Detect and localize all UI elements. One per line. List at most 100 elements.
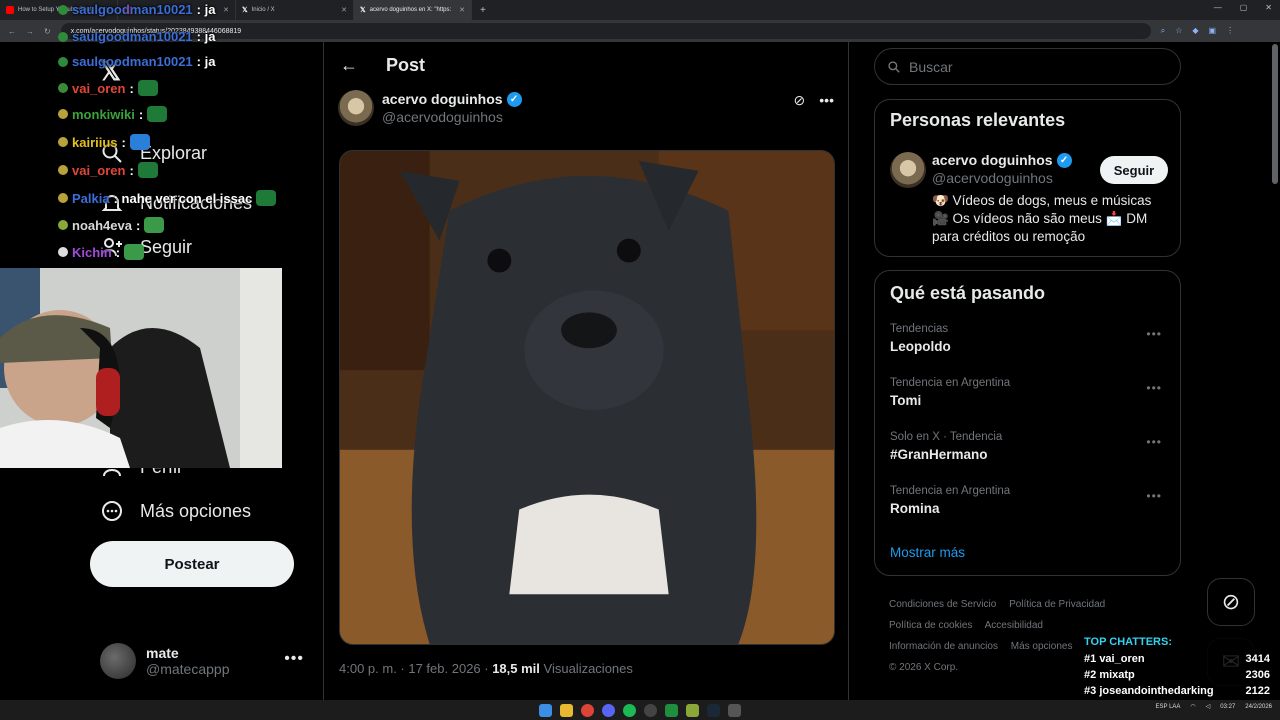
trend-item[interactable]: Solo en X · Tendencia #GranHermano •••: [890, 431, 1170, 462]
windows-start-icon[interactable]: [539, 703, 552, 717]
chatter-rank: #2: [1084, 669, 1097, 681]
follow-button[interactable]: Seguir: [1100, 156, 1168, 184]
chat-line: monkiwiki:: [58, 106, 168, 122]
app-icon[interactable]: [665, 703, 678, 717]
chatter-rank: #1: [1084, 653, 1097, 665]
browser-tab[interactable]: 𝕏 Inicio / X ✕: [236, 0, 354, 20]
back-icon[interactable]: ←: [8, 27, 16, 36]
post-button[interactable]: Postear: [90, 541, 294, 587]
zoom-icon[interactable]: ⌕: [1161, 26, 1165, 36]
frog-badge-icon: [58, 56, 68, 67]
top-chatter-row: #2 mixatp 2306: [1084, 667, 1270, 683]
wifi-icon[interactable]: ◠: [1190, 703, 1195, 710]
volume-icon[interactable]: ◁: [1206, 703, 1211, 710]
author-name[interactable]: acervo doguinhos ✓: [382, 91, 522, 107]
bookmark-star-icon[interactable]: ☆: [1175, 26, 1182, 36]
footer-link[interactable]: Política de Privacidad: [1009, 599, 1105, 610]
chat-user: vai_oren: [72, 80, 126, 96]
post-metadata: 4:00 p. m. · 17 feb. 2026 · 18,5 mil Vis…: [339, 661, 633, 676]
more-icon[interactable]: •••: [284, 650, 304, 668]
footer-link[interactable]: Condiciones de Servicio: [889, 599, 996, 610]
app-icon[interactable]: [728, 703, 741, 717]
trend-item[interactable]: Tendencias Leopoldo •••: [890, 323, 1170, 354]
dog-photo-image: [340, 151, 834, 644]
chat-line: Kichin:: [58, 244, 145, 260]
language-indicator[interactable]: ESP LAA: [1156, 704, 1181, 710]
app-icon[interactable]: [686, 703, 699, 717]
browser-tab-active[interactable]: 𝕏 acervo doguinhos en X: "https: ✕: [354, 0, 472, 20]
emote-icon: [124, 244, 145, 260]
badge-icon: [58, 83, 68, 93]
post-timestamp[interactable]: 4:00 p. m. · 17 feb. 2026 ·: [339, 661, 492, 676]
close-icon[interactable]: ✕: [341, 6, 347, 14]
chatter-count: 2122: [1245, 685, 1270, 697]
top-chatters-overlay: TOP CHATTERS: #1 vai_oren 3414 #2 mixatp…: [1078, 632, 1276, 706]
footer-link[interactable]: Más opciones: [1011, 641, 1073, 652]
verified-badge-icon: ✓: [506, 91, 522, 107]
chat-user: kairiius: [72, 134, 118, 150]
url-input[interactable]: x.com/acervodoguinhos/status/20238493884…: [60, 23, 1151, 39]
footer-link[interactable]: Política de cookies: [889, 620, 972, 631]
grok-float-button[interactable]: ⊘: [1207, 578, 1255, 626]
obs-icon[interactable]: [644, 703, 657, 717]
top-chatter-row: #1 vai_oren 3414: [1084, 651, 1270, 667]
more-icon[interactable]: •••: [1146, 381, 1162, 395]
chat-message: :: [115, 244, 121, 260]
chatter-name: vai_oren: [1099, 653, 1145, 665]
extension-icons: ⌕ ☆ ◆ ▣ ⋮: [1161, 26, 1234, 36]
search-icon: [888, 60, 900, 73]
footer-link[interactable]: Información de anuncios: [889, 641, 998, 652]
back-arrow-icon[interactable]: ←: [340, 55, 358, 76]
more-icon[interactable]: •••: [1146, 489, 1162, 503]
trend-category: Tendencia en Argentina: [890, 485, 1011, 497]
more-icon[interactable]: •••: [1146, 327, 1162, 341]
post-author[interactable]: acervo doguinhos ✓ @acervodoguinhos: [338, 90, 522, 126]
clock-time[interactable]: 03:27: [1220, 704, 1235, 710]
more-icon[interactable]: •••: [1146, 435, 1162, 449]
forward-icon[interactable]: →: [26, 27, 34, 36]
maximize-icon[interactable]: ▢: [1240, 3, 1248, 12]
footer-link[interactable]: Accesibilidad: [985, 620, 1043, 631]
tab-title: Inicio / X: [251, 7, 275, 13]
close-icon[interactable]: ✕: [223, 6, 229, 14]
avatar[interactable]: [890, 152, 926, 188]
show-more-link[interactable]: Mostrar más: [890, 545, 965, 560]
tab-title: acervo doguinhos en X: "https:: [369, 7, 452, 13]
chatter-name: joseandointhedarking: [1099, 685, 1214, 697]
chat-message: :: [138, 106, 144, 122]
x-icon: 𝕏: [242, 7, 248, 14]
badge-icon: [58, 137, 68, 147]
reload-icon[interactable]: ↻: [44, 27, 51, 36]
clock-date[interactable]: 24/2/2026: [1245, 704, 1272, 710]
post-image[interactable]: [339, 150, 835, 645]
puzzle-icon[interactable]: ▣: [1209, 26, 1217, 36]
minimize-icon[interactable]: —: [1214, 3, 1222, 12]
new-tab-icon[interactable]: +: [480, 5, 486, 16]
search-placeholder: Buscar: [909, 58, 953, 75]
discord-icon[interactable]: [602, 703, 615, 717]
chat-message: : ja: [196, 29, 216, 44]
trend-item[interactable]: Tendencia en Argentina Romina •••: [890, 485, 1170, 516]
trend-item[interactable]: Tendencia en Argentina Tomi •••: [890, 377, 1170, 408]
close-window-icon[interactable]: ✕: [1265, 3, 1272, 12]
chat-message: : nahe ver con el issac: [113, 190, 253, 206]
main-column: ← Post acervo doguinhos ✓ @acervodoguinh…: [323, 42, 849, 700]
grok-icon[interactable]: ⊘: [794, 92, 806, 109]
menu-icon[interactable]: ⋮: [1226, 26, 1234, 36]
account-switcher[interactable]: mate @matecappp •••: [100, 638, 310, 684]
extension-icon[interactable]: ◆: [1192, 26, 1198, 36]
steam-icon[interactable]: [707, 703, 720, 717]
trend-name: #GranHermano: [890, 447, 988, 462]
webcam-overlay: [0, 268, 282, 468]
search-input[interactable]: Buscar: [874, 48, 1181, 85]
sidebar-item-label: Explorar: [140, 142, 208, 163]
file-explorer-icon[interactable]: [560, 703, 573, 717]
close-icon[interactable]: ✕: [459, 6, 465, 14]
spotify-icon[interactable]: [623, 703, 636, 717]
chrome-icon[interactable]: [581, 703, 594, 717]
badge-icon: [58, 220, 68, 230]
scrollbar[interactable]: [1272, 44, 1278, 184]
avatar[interactable]: [338, 90, 374, 126]
more-icon[interactable]: •••: [819, 92, 834, 109]
sidebar-item-more-options[interactable]: Más opciones: [100, 499, 251, 523]
